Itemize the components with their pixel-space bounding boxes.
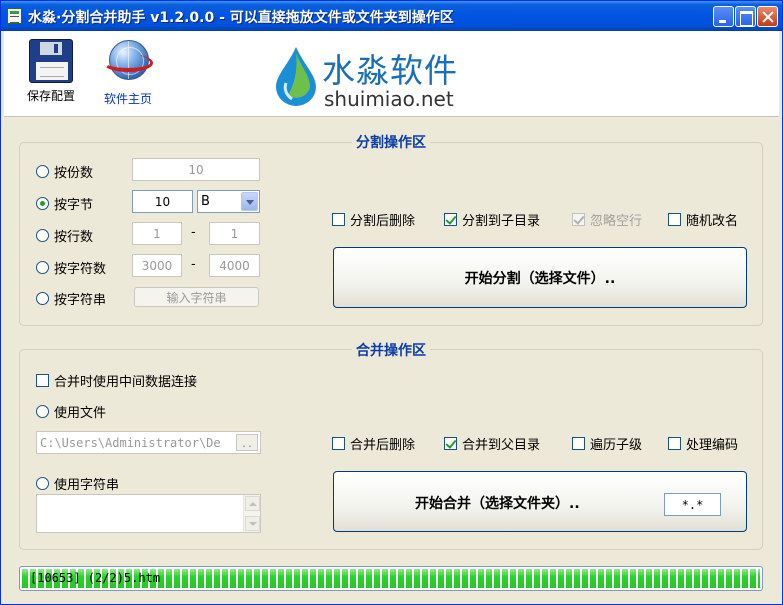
scroll-down-icon[interactable] xyxy=(245,516,260,531)
radio-by-bytes[interactable]: 按字节 xyxy=(36,194,93,213)
merge-file-path-field[interactable]: C:\Users\Administrator\De .. xyxy=(36,431,261,454)
merge-pattern-field[interactable]: *.* xyxy=(664,493,721,516)
window-title: 水淼·分割合并助手 v1.2.0.0 - 可以直接拖放文件或文件夹到操作区 xyxy=(28,10,454,26)
start-merge-label: 开始合并（选择文件夹）.. xyxy=(415,496,580,512)
minimize-button[interactable] xyxy=(713,6,734,27)
radio-by-string[interactable]: 按字符串 xyxy=(36,289,106,308)
scrollbar[interactable] xyxy=(243,495,260,532)
radio-by-parts[interactable]: 按份数 xyxy=(36,162,93,181)
checkbox-label: 忽略空行 xyxy=(590,214,643,229)
merge-group-title: 合并操作区 xyxy=(19,340,763,360)
start-merge-button[interactable]: 开始合并（选择文件夹）.. *.* xyxy=(333,471,747,532)
close-button[interactable] xyxy=(757,6,778,27)
status-progress-bar: [10653] (2/2)5.htm xyxy=(19,566,763,591)
input-string-button[interactable]: 输入字符串 xyxy=(134,287,259,307)
radio-label: 按字符串 xyxy=(54,293,107,308)
app-icon xyxy=(7,8,22,24)
maximize-button[interactable] xyxy=(735,6,756,27)
save-config-label: 保存配置 xyxy=(26,89,75,103)
merge-group: 合并时使用中间数据连接 使用文件 C:\Users\Administrator\… xyxy=(19,349,763,550)
checkbox-random-rename[interactable]: 随机改名 xyxy=(668,210,738,229)
radio-dot xyxy=(36,405,49,418)
brand-name: 水淼软件 xyxy=(322,51,458,90)
homepage-label: 软件主页 xyxy=(103,92,152,106)
checkbox-box-checked xyxy=(444,437,457,450)
radio-dot xyxy=(36,261,49,274)
brand-logo: 水淼软件 shuimiao.net xyxy=(270,39,480,111)
scroll-up-icon[interactable] xyxy=(245,496,260,511)
chevron-down-icon[interactable] xyxy=(241,192,258,211)
checkbox-delete-after-merge[interactable]: 合并后删除 xyxy=(332,434,415,453)
merge-string-textarea[interactable] xyxy=(36,494,261,533)
checkbox-traverse-subdirs[interactable]: 遍历子级 xyxy=(572,434,642,453)
title-bar[interactable]: 水淼·分割合并助手 v1.2.0.0 - 可以直接拖放文件或文件夹到操作区 xyxy=(1,1,782,31)
checkbox-split-to-subdir[interactable]: 分割到子目录 xyxy=(444,210,540,229)
brand-domain: shuimiao.net xyxy=(324,87,454,111)
radio-label: 按份数 xyxy=(54,166,94,181)
checkbox-intermediate-data[interactable]: 合并时使用中间数据连接 xyxy=(36,371,197,390)
app-window: 水淼·分割合并助手 v1.2.0.0 - 可以直接拖放文件或文件夹到操作区 保存… xyxy=(0,0,783,605)
checkbox-box xyxy=(332,213,345,226)
radio-use-file[interactable]: 使用文件 xyxy=(36,402,106,421)
floppy-disk-icon xyxy=(29,39,73,83)
byte-unit-select[interactable]: B xyxy=(197,190,260,213)
radio-by-lines[interactable]: 按行数 xyxy=(36,226,93,245)
checkbox-box-checked xyxy=(444,213,457,226)
status-text: [10653] (2/2)5.htm xyxy=(30,571,161,585)
chars-to-field[interactable]: 4000 xyxy=(209,254,260,277)
range-dash: - xyxy=(191,257,196,272)
water-drop-icon xyxy=(276,47,316,106)
range-dash: - xyxy=(191,225,196,240)
checkbox-box xyxy=(332,437,345,450)
radio-dot xyxy=(36,292,49,305)
radio-label: 按行数 xyxy=(54,230,94,245)
browse-button[interactable]: .. xyxy=(236,434,258,451)
checkbox-label: 随机改名 xyxy=(686,214,739,229)
checkbox-box xyxy=(36,374,49,387)
checkbox-merge-to-parent[interactable]: 合并到父目录 xyxy=(444,434,540,453)
checkbox-delete-after-split[interactable]: 分割后删除 xyxy=(332,210,415,229)
lines-from-field[interactable]: 1 xyxy=(132,222,182,245)
checkbox-box xyxy=(668,437,681,450)
checkbox-label: 遍历子级 xyxy=(590,438,643,453)
radio-by-chars[interactable]: 按字符数 xyxy=(36,258,106,277)
checkbox-label: 处理编码 xyxy=(686,438,739,453)
lines-to-field[interactable]: 1 xyxy=(209,222,260,245)
header-bar: 保存配置 软件主页 水淼软件 shuimiao.net xyxy=(4,31,779,117)
checkbox-box xyxy=(572,437,585,450)
radio-label: 使用文件 xyxy=(54,406,107,421)
checkbox-handle-encoding[interactable]: 处理编码 xyxy=(668,434,738,453)
save-config-button[interactable]: 保存配置 xyxy=(16,39,86,104)
radio-label: 按字节 xyxy=(54,198,94,213)
radio-dot xyxy=(36,229,49,242)
checkbox-box xyxy=(668,213,681,226)
radio-dot xyxy=(36,477,49,490)
chars-from-field[interactable]: 3000 xyxy=(132,254,182,277)
split-group-title: 分割操作区 xyxy=(19,132,763,152)
bytes-size-field[interactable]: 10 xyxy=(132,190,193,213)
homepage-button[interactable]: 软件主页 xyxy=(93,39,163,107)
file-path-text: C:\Users\Administrator\De xyxy=(40,435,221,450)
radio-use-string[interactable]: 使用字符串 xyxy=(36,474,119,493)
byte-unit-value: B xyxy=(201,194,210,209)
checkbox-label: 合并后删除 xyxy=(350,438,416,453)
start-split-button[interactable]: 开始分割（选择文件）.. xyxy=(333,247,747,308)
radio-label: 按字符数 xyxy=(54,262,107,277)
radio-label: 使用字符串 xyxy=(54,478,120,493)
radio-dot xyxy=(36,165,49,178)
radio-dot-selected xyxy=(36,197,49,210)
checkbox-label: 分割到子目录 xyxy=(462,214,541,229)
parts-count-field[interactable]: 10 xyxy=(132,158,260,181)
globe-icon xyxy=(103,36,153,86)
checkbox-label: 合并到父目录 xyxy=(462,438,541,453)
checkbox-label: 分割后删除 xyxy=(350,214,416,229)
checkbox-ignore-empty-lines[interactable]: 忽略空行 xyxy=(572,210,642,229)
checkbox-box-checked xyxy=(572,213,585,226)
split-group: 按份数 10 按字节 10 B 按行数 1 - 1 按字符数 3000 - 40… xyxy=(19,142,763,326)
checkbox-label: 合并时使用中间数据连接 xyxy=(54,375,198,390)
